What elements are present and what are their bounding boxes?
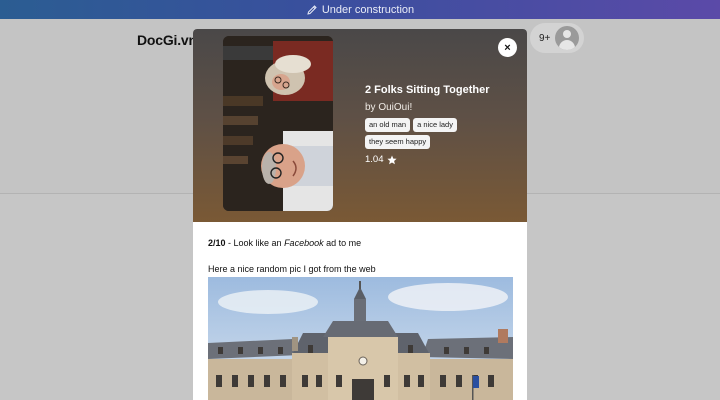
tag-chip[interactable]: they seem happy [365,135,431,149]
close-button[interactable]: × [498,38,517,57]
site-logo[interactable]: DocGi.vn [137,32,197,48]
notification-count: 9+ [539,32,551,44]
banner-text: Under construction [321,3,415,16]
post-author[interactable]: by OuiOui! [365,102,412,113]
modal-header: × 2 Folks Sitting Together by OuiOui! an… [193,29,527,222]
modal-body: 2/10 - Look like an Facebook ad to me He… [208,237,513,275]
review-text: 2/10 - Look like an Facebook ad to me [208,237,513,249]
construction-banner: Under construction [0,0,720,19]
pencil-icon [307,4,317,15]
review-score: 2/10 [208,238,226,248]
review-text-part: ad to me [323,238,362,248]
notification-user-button[interactable]: 9+ [530,23,584,53]
tag-chip[interactable]: a nice lady [413,118,457,132]
rating-value: 1.04 [365,154,384,165]
rating: 1.04 [365,154,397,165]
building-photo [208,277,513,400]
review-text-part: - Look like an [225,238,285,248]
post-modal: × 2 Folks Sitting Together by OuiOui! an… [193,29,527,400]
tag-chip[interactable]: an old man [365,118,411,132]
review-emphasis: Facebook [284,238,324,248]
star-icon [386,155,397,164]
user-avatar-icon [555,26,580,50]
cover-image [223,36,333,211]
cover-photo-graphic [223,36,333,211]
building-photo-graphic [208,277,513,400]
close-icon: × [504,41,511,54]
body-note: Here a nice random pic I got from the we… [208,264,376,274]
post-title: 2 Folks Sitting Together [365,84,490,96]
tag-list: an old man a nice lady they seem happy [365,118,485,149]
